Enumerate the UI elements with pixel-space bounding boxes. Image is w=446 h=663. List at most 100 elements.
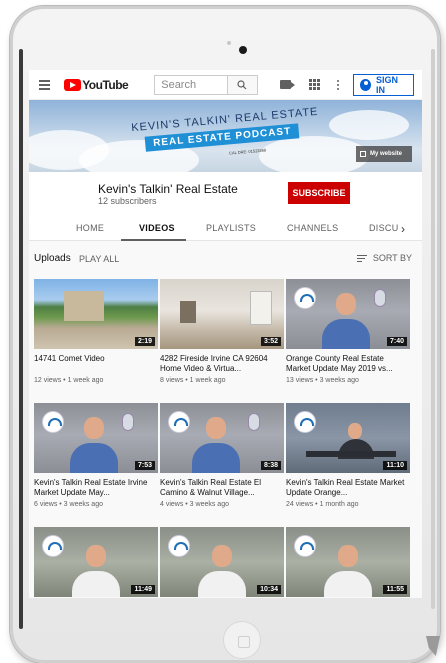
thumb-fireplace xyxy=(180,301,196,323)
home-button[interactable] xyxy=(223,621,261,659)
video-card[interactable]: 11:49 xyxy=(34,527,158,597)
video-duration: 7:53 xyxy=(134,461,155,470)
channel-badge-icon xyxy=(294,535,316,557)
channel-badge-icon xyxy=(168,535,190,557)
logo-text: YouTube xyxy=(82,77,129,92)
video-title[interactable]: Kevin's Talkin Real Estate El Camino & W… xyxy=(160,478,284,498)
video-card[interactable]: 7:40 Orange County Real Estate Market Up… xyxy=(286,279,410,384)
sign-in-button[interactable]: SIGN IN xyxy=(352,73,415,96)
video-thumbnail[interactable]: 11:55 xyxy=(286,527,410,597)
video-duration: 3:52 xyxy=(260,337,281,346)
microphone-icon xyxy=(374,289,386,307)
link-icon xyxy=(360,151,366,157)
video-thumbnail[interactable]: 3:52 xyxy=(160,279,284,349)
video-card[interactable]: 11:10 Kevin's Talkin Real Estate Market … xyxy=(286,403,410,508)
video-title[interactable]: Kevin's Talkin Real Estate Market Update… xyxy=(286,478,410,498)
thumb-wall xyxy=(64,291,104,321)
microphone-icon xyxy=(122,413,134,431)
channel-badge-icon xyxy=(294,287,316,309)
video-duration: 11:55 xyxy=(383,585,407,594)
channel-header: Kevin's Talkin' Real Estate 12 subscribe… xyxy=(29,172,422,219)
chevron-right-icon[interactable]: › xyxy=(401,222,405,236)
person-body xyxy=(198,571,246,597)
video-duration: 7:40 xyxy=(386,337,407,346)
tablet-edge xyxy=(431,49,435,609)
video-card[interactable]: 10:34 xyxy=(160,527,284,597)
subscribe-button[interactable]: SUBSCRIBE xyxy=(288,182,350,204)
search-button[interactable] xyxy=(227,74,258,95)
play-all-button[interactable]: PLAY ALL xyxy=(79,254,119,264)
search-input[interactable]: Search xyxy=(154,74,228,95)
video-thumbnail[interactable]: 2:19 xyxy=(34,279,158,349)
video-duration: 11:10 xyxy=(383,461,407,470)
video-thumbnail[interactable]: 8:38 xyxy=(160,403,284,473)
microphone-icon xyxy=(248,413,260,431)
more-options-icon[interactable] xyxy=(336,79,339,90)
hamburger-menu-icon[interactable] xyxy=(39,79,51,90)
video-title[interactable]: Kevin's Talkin Real Estate Irvine Market… xyxy=(34,478,158,498)
video-card[interactable]: 8:38 Kevin's Talkin Real Estate El Camin… xyxy=(160,403,284,508)
channel-badge-icon xyxy=(42,535,64,557)
video-title[interactable]: Orange County Real Estate Market Update … xyxy=(286,354,410,374)
sort-icon xyxy=(356,254,367,262)
video-title[interactable]: 4282 Fireside Irvine CA 92604 Home Video… xyxy=(160,354,284,374)
video-meta: 24 views • 1 month ago xyxy=(286,501,359,508)
person-head xyxy=(86,545,106,567)
channel-badge-icon xyxy=(42,411,64,433)
uploads-label: Uploads xyxy=(34,253,71,264)
video-thumbnail[interactable]: 11:49 xyxy=(34,527,158,597)
video-meta: 6 views • 3 weeks ago xyxy=(34,501,103,508)
apps-grid-icon[interactable] xyxy=(308,79,320,90)
video-card[interactable]: 11:55 xyxy=(286,527,410,597)
video-duration: 8:38 xyxy=(260,461,281,470)
screen: YouTube Search SIGN IN KEVIN'S TALKIN' R… xyxy=(29,70,422,598)
person-head xyxy=(348,423,362,439)
person-head xyxy=(206,417,226,439)
sensor-dot xyxy=(227,41,231,45)
banner-cloud xyxy=(329,110,409,140)
video-duration: 10:34 xyxy=(257,585,281,594)
tab-channels[interactable]: CHANNELS xyxy=(287,223,338,233)
video-thumbnail[interactable]: 10:34 xyxy=(160,527,284,597)
video-thumbnail[interactable]: 11:10 xyxy=(286,403,410,473)
my-website-link[interactable]: My website xyxy=(356,146,412,162)
video-meta: 12 views • 1 week ago xyxy=(34,377,104,384)
sort-by-button[interactable]: SORT BY xyxy=(356,253,412,263)
thumb-door xyxy=(250,291,272,325)
channel-badge-icon xyxy=(168,411,190,433)
my-website-label: My website xyxy=(370,151,403,157)
channel-name: Kevin's Talkin' Real Estate xyxy=(98,182,238,196)
video-duration: 11:49 xyxy=(131,585,155,594)
thumb-desk xyxy=(306,451,396,457)
person-body xyxy=(70,443,118,473)
tab-home[interactable]: HOME xyxy=(76,223,104,233)
topbar: YouTube Search SIGN IN xyxy=(29,70,422,100)
channel-tabs: HOME VIDEOS PLAYLISTS CHANNELS DISCU › xyxy=(29,219,422,241)
person-head xyxy=(338,545,358,567)
person-body xyxy=(322,319,370,349)
youtube-logo[interactable]: YouTube xyxy=(64,77,129,92)
create-video-icon[interactable] xyxy=(279,80,296,89)
youtube-play-icon xyxy=(64,78,82,91)
account-icon xyxy=(359,78,372,91)
front-camera xyxy=(239,46,247,54)
banner-cloud xyxy=(259,136,369,172)
tab-playlists[interactable]: PLAYLISTS xyxy=(206,223,256,233)
person-body xyxy=(192,443,240,473)
video-meta: 8 views • 1 week ago xyxy=(160,377,226,384)
video-card[interactable]: 2:19 14741 Comet Video 12 views • 1 week… xyxy=(34,279,158,384)
person-body xyxy=(324,571,372,597)
person-head xyxy=(212,545,232,567)
person-head xyxy=(336,293,356,315)
video-meta: 13 views • 3 weeks ago xyxy=(286,377,359,384)
video-card[interactable]: 7:53 Kevin's Talkin Real Estate Irvine M… xyxy=(34,403,158,508)
video-title[interactable]: 14741 Comet Video xyxy=(34,354,158,374)
search-icon xyxy=(237,79,247,89)
video-thumbnail[interactable]: 7:53 xyxy=(34,403,158,473)
sort-by-label: SORT BY xyxy=(372,253,412,263)
person-head xyxy=(84,417,104,439)
video-card[interactable]: 3:52 4282 Fireside Irvine CA 92604 Home … xyxy=(160,279,284,384)
tab-videos[interactable]: VIDEOS xyxy=(139,223,175,233)
tab-discussion[interactable]: DISCU xyxy=(369,223,399,233)
video-thumbnail[interactable]: 7:40 xyxy=(286,279,410,349)
